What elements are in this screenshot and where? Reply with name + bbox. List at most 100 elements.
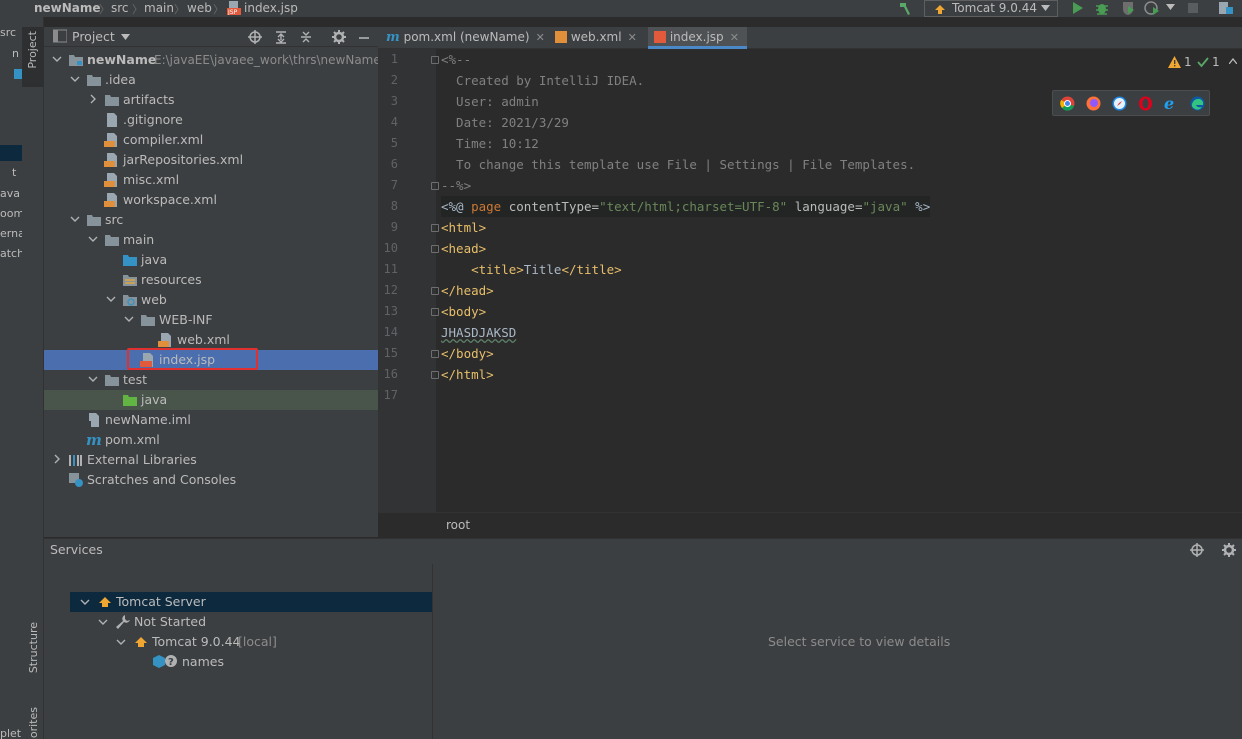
- close-icon[interactable]: ✕: [730, 31, 739, 44]
- project-tool-tab[interactable]: Project: [22, 27, 44, 87]
- run-configuration-selector[interactable]: Tomcat 9.0.44: [924, 0, 1058, 17]
- expand-all-icon[interactable]: [273, 29, 289, 45]
- structure-tool-tab[interactable]: Structure: [27, 622, 40, 673]
- tree-row[interactable]: External Libraries: [44, 450, 378, 470]
- ie-icon[interactable]: e: [1164, 94, 1174, 113]
- text-fragment: out: [0, 17, 18, 19]
- tree-item-label: src: [105, 212, 124, 227]
- services-item-label: Not Started: [134, 614, 207, 629]
- chevron-down-icon[interactable]: [80, 597, 90, 607]
- chevron-right-icon[interactable]: [52, 454, 62, 464]
- profile-icon[interactable]: [1144, 0, 1160, 16]
- chevron-down-icon[interactable]: [1166, 4, 1175, 11]
- chevron-down-icon[interactable]: [88, 234, 98, 244]
- chevron-down-icon[interactable]: [98, 617, 108, 627]
- breadcrumb-file[interactable]: index.jsp: [244, 0, 298, 17]
- locate-file-icon[interactable]: [247, 29, 263, 45]
- fold-marker-icon[interactable]: [431, 308, 439, 316]
- firefox-icon[interactable]: [1086, 96, 1101, 111]
- code-line: </head>: [441, 283, 494, 298]
- tree-row[interactable]: compiler.xml: [44, 130, 378, 150]
- code-line: To change this template use File | Setti…: [441, 157, 916, 172]
- fold-marker-icon[interactable]: [431, 182, 439, 190]
- tree-row[interactable]: newName E:\javaEE\javaee_work\thrs\newNam…: [44, 50, 381, 70]
- coverage-icon[interactable]: [1120, 0, 1136, 16]
- chevron-down-icon[interactable]: [116, 637, 126, 647]
- close-icon[interactable]: ✕: [536, 31, 545, 44]
- run-icon[interactable]: [1070, 0, 1086, 16]
- tree-row[interactable]: web: [44, 290, 378, 310]
- safari-icon[interactable]: [1112, 96, 1127, 111]
- services-tree-row[interactable]: ? names: [70, 652, 433, 672]
- tree-row[interactable]: src: [44, 210, 378, 230]
- services-tree-row[interactable]: Tomcat Server: [70, 592, 432, 612]
- gear-icon[interactable]: [331, 29, 347, 45]
- locate-icon[interactable]: [1189, 542, 1205, 558]
- tomcat-icon: [133, 634, 149, 650]
- breadcrumb-src[interactable]: src: [111, 0, 129, 17]
- tree-row[interactable]: resources: [44, 270, 378, 290]
- editor-breadcrumb-bar: root: [378, 512, 1242, 537]
- opera-icon[interactable]: [1138, 96, 1153, 111]
- tree-row[interactable]: misc.xml: [44, 170, 378, 190]
- hide-panel-icon[interactable]: [356, 29, 372, 45]
- tree-row[interactable]: Scratches and Consoles: [44, 470, 378, 490]
- chevron-down-icon[interactable]: [106, 294, 116, 304]
- chevron-down-icon[interactable]: [88, 374, 98, 384]
- chrome-icon[interactable]: [1060, 96, 1075, 111]
- tab-index-jsp[interactable]: index.jsp ✕: [648, 27, 747, 49]
- ok-count: 1: [1212, 55, 1220, 69]
- tab-web-xml[interactable]: web.xml ✕: [555, 27, 637, 49]
- tree-row[interactable]: java: [44, 250, 378, 270]
- breadcrumb-main[interactable]: main: [144, 0, 174, 17]
- line-number: 13: [383, 304, 398, 318]
- breadcrumb-project[interactable]: newName: [34, 0, 101, 17]
- tree-row[interactable]: main: [44, 230, 378, 250]
- tree-row[interactable]: .gitignore: [44, 110, 378, 130]
- gear-icon[interactable]: [1221, 542, 1237, 558]
- debug-icon[interactable]: [1094, 0, 1110, 16]
- favorites-tool-tab[interactable]: orites: [27, 707, 40, 738]
- tree-row[interactable]: java: [44, 390, 378, 410]
- fold-marker-icon[interactable]: [431, 56, 439, 64]
- tree-row[interactable]: newName.iml: [44, 410, 378, 430]
- warning-count: 1: [1184, 55, 1192, 69]
- tab-pom-xml[interactable]: m pom.xml (newName) ✕: [386, 27, 545, 49]
- line-number: 17: [383, 388, 398, 402]
- tree-row[interactable]: artifacts: [44, 90, 378, 110]
- fold-marker-icon[interactable]: [431, 224, 439, 232]
- fold-marker-icon[interactable]: [431, 350, 439, 358]
- line-number: 4: [390, 115, 398, 129]
- text-fragment: oom: [0, 207, 22, 220]
- fold-marker-icon[interactable]: [431, 371, 439, 379]
- project-view-selector[interactable]: Project: [72, 29, 115, 45]
- tree-item-label: Scratches and Consoles: [87, 472, 237, 487]
- chevron-down-icon[interactable]: [121, 34, 130, 41]
- chevron-down-icon[interactable]: [124, 314, 134, 324]
- chevron-down-icon[interactable]: [70, 74, 80, 84]
- editor-breadcrumb-root[interactable]: root: [446, 518, 470, 532]
- build-hammer-icon[interactable]: [897, 0, 913, 16]
- services-tree-row[interactable]: Not Started: [70, 612, 433, 632]
- inspection-widget[interactable]: 1 1: [1168, 55, 1238, 71]
- tree-row[interactable]: .idea: [44, 70, 378, 90]
- chevron-down-icon[interactable]: [70, 214, 80, 224]
- collapse-all-icon[interactable]: [298, 29, 314, 45]
- tree-row[interactable]: m pom.xml: [44, 430, 378, 450]
- tree-row[interactable]: jarRepositories.xml: [44, 150, 378, 170]
- tree-row[interactable]: WEB-INF: [44, 310, 378, 330]
- tree-row[interactable]: test: [44, 370, 378, 390]
- chevron-right-icon[interactable]: [88, 94, 98, 104]
- jsp-attribute: contentType=: [501, 199, 600, 214]
- services-tree-row[interactable]: Tomcat 9.0.44 [local]: [70, 632, 433, 652]
- chevron-down-icon[interactable]: [52, 54, 62, 64]
- close-icon[interactable]: ✕: [628, 31, 637, 44]
- tree-row[interactable]: web.xml: [44, 330, 378, 350]
- breadcrumb-web[interactable]: web: [187, 0, 212, 17]
- stop-icon[interactable]: [1186, 1, 1202, 17]
- fold-marker-icon[interactable]: [431, 287, 439, 295]
- project-structure-icon[interactable]: [1218, 0, 1234, 16]
- fold-marker-icon[interactable]: [431, 245, 439, 253]
- edge-icon[interactable]: [1190, 96, 1205, 111]
- tree-row[interactable]: workspace.xml: [44, 190, 378, 210]
